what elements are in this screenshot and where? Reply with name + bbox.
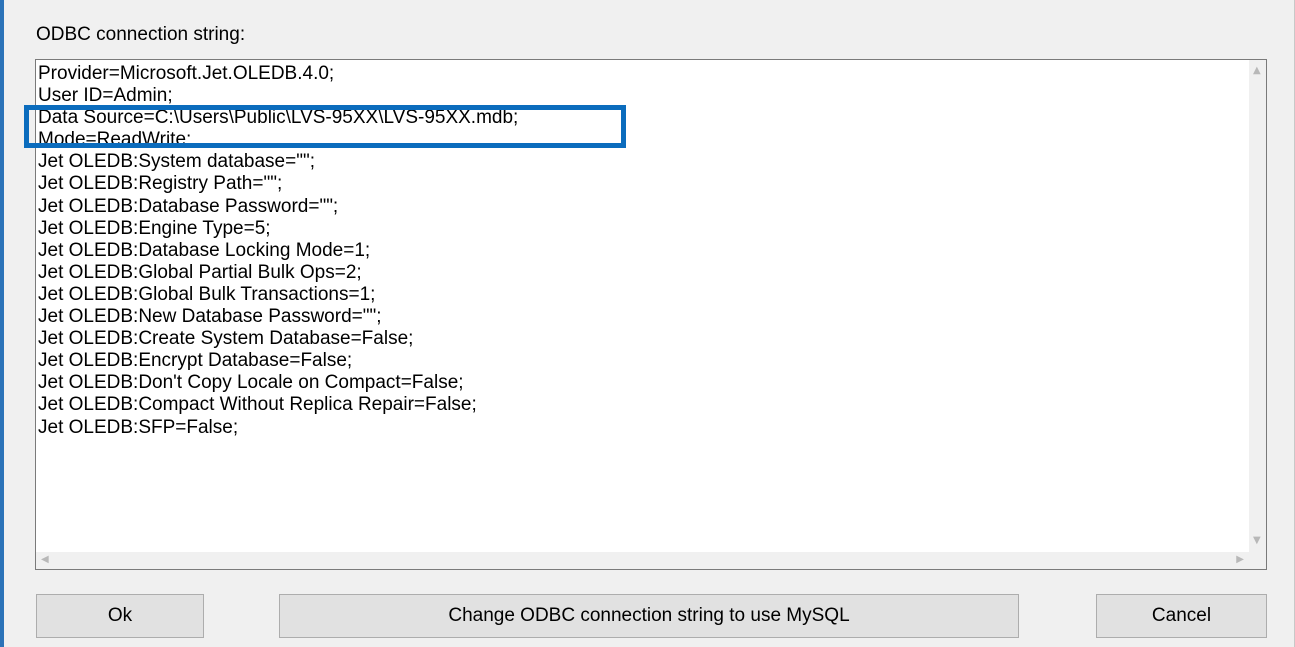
connection-line: Jet OLEDB:Create System Database=False; — [38, 328, 414, 350]
cancel-button[interactable]: Cancel — [1096, 594, 1267, 638]
chevron-left-icon[interactable]: ◀ — [41, 555, 49, 565]
connection-line: Jet OLEDB:Compact Without Replica Repair… — [38, 394, 477, 416]
connection-string-textbox[interactable]: Provider=Microsoft.Jet.OLEDB.4.0; User I… — [35, 59, 1267, 570]
connection-line: User ID=Admin; — [38, 85, 173, 107]
connection-line: Jet OLEDB:Database Password=""; — [38, 195, 339, 217]
window-left-border — [0, 0, 4, 647]
connection-line: Jet OLEDB:Global Partial Bulk Ops=2; — [38, 261, 362, 283]
connection-line: Jet OLEDB:Registry Path=""; — [38, 173, 283, 195]
use-mysql-button[interactable]: Change ODBC connection string to use MyS… — [279, 594, 1019, 638]
connection-line: Jet OLEDB:Global Bulk Transactions=1; — [38, 283, 376, 305]
chevron-right-icon[interactable]: ▶ — [1236, 555, 1244, 565]
ok-button[interactable]: Ok — [36, 594, 204, 638]
connection-string-label: ODBC connection string: — [36, 24, 246, 45]
connection-line: Mode=ReadWrite; — [38, 129, 192, 151]
connection-string-text[interactable]: Provider=Microsoft.Jet.OLEDB.4.0; User I… — [38, 63, 1238, 549]
odbc-dialog: ODBC connection string: Provider=Microso… — [0, 0, 1295, 647]
connection-line: Provider=Microsoft.Jet.OLEDB.4.0; — [38, 63, 335, 84]
connection-line-data-source: Data Source=C:\Users\Public\LVS-95XX\LVS… — [38, 107, 519, 129]
chevron-up-icon[interactable]: ▲ — [1253, 66, 1261, 76]
connection-line: Jet OLEDB:New Database Password=""; — [38, 306, 382, 328]
connection-line: Jet OLEDB:System database=""; — [38, 151, 315, 173]
connection-line: Jet OLEDB:Don't Copy Locale on Compact=F… — [38, 372, 464, 394]
connection-line: Jet OLEDB:Engine Type=5; — [38, 217, 271, 239]
horizontal-scrollbar[interactable]: ◀ ▶ — [36, 552, 1249, 569]
connection-line: Jet OLEDB:SFP=False; — [38, 416, 239, 438]
chevron-down-icon[interactable]: ▼ — [1253, 536, 1261, 546]
vertical-scrollbar[interactable]: ▲ ▼ — [1249, 60, 1266, 552]
connection-line: Jet OLEDB:Database Locking Mode=1; — [38, 239, 371, 261]
connection-line: Jet OLEDB:Encrypt Database=False; — [38, 350, 353, 372]
scrollbar-corner — [1249, 552, 1266, 569]
